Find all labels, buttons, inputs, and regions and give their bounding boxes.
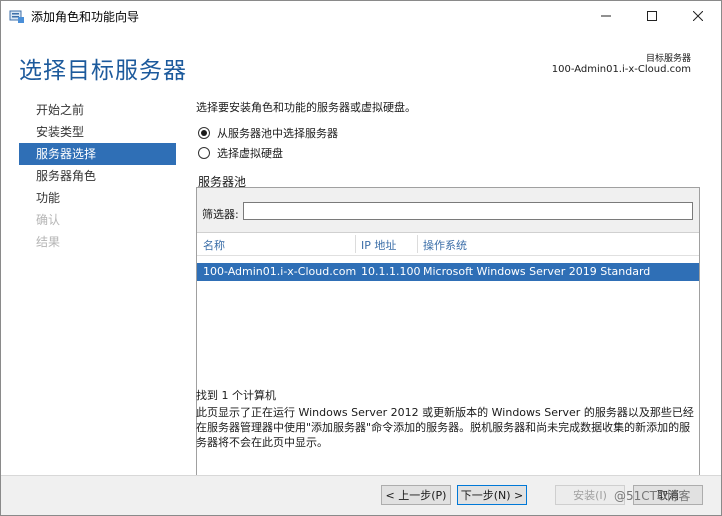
column-divider[interactable]	[417, 235, 418, 253]
window-title: 添加角色和功能向导	[31, 10, 140, 24]
wizard-footer: < 上一步(P) 下一步(N) > 安装(I) 取消	[1, 475, 721, 515]
nav-item-results: 结果	[36, 235, 61, 249]
radio-selected-icon[interactable]	[198, 127, 210, 139]
maximize-button[interactable]	[629, 1, 675, 31]
page-title: 选择目标服务器	[19, 58, 187, 84]
option-virtual-disk-label: 选择虚拟硬盘	[217, 147, 283, 160]
watermark: @51CTO博客	[614, 489, 691, 503]
option-virtual-disk[interactable]: 选择虚拟硬盘	[198, 145, 283, 161]
nav-item-server-selection[interactable]: 服务器选择	[19, 143, 176, 165]
column-header-name[interactable]: 名称	[203, 237, 225, 253]
filter-label: 筛选器:	[202, 208, 239, 221]
minimize-button[interactable]	[583, 1, 629, 31]
destination-server-name: 100-Admin01.i-x-Cloud.com	[551, 64, 691, 75]
option-server-pool[interactable]: 从服务器池中选择服务器	[198, 125, 338, 141]
column-header-ip[interactable]: IP 地址	[361, 237, 396, 253]
maximize-icon	[647, 11, 657, 21]
nav-item-server-roles[interactable]: 服务器角色	[19, 165, 176, 187]
table-row[interactable]: 100-Admin01.i-x-Cloud.com 10.1.1.100 Mic…	[197, 263, 699, 281]
next-button[interactable]: 下一步(N) >	[457, 485, 527, 505]
cell-name: 100-Admin01.i-x-Cloud.com	[203, 265, 357, 278]
filter-input[interactable]	[243, 202, 693, 220]
radio-unselected-icon[interactable]	[198, 147, 210, 159]
grid-header: 名称 IP 地址 操作系统	[197, 233, 699, 256]
nav-item-confirmation: 确认	[36, 213, 61, 227]
previous-button[interactable]: < 上一步(P)	[381, 485, 451, 505]
description-text: 此页显示了正在运行 Windows Server 2012 或更新版本的 Win…	[196, 406, 694, 449]
cell-ip: 10.1.1.100	[361, 265, 421, 278]
minimize-icon	[601, 15, 611, 17]
filter-bar: 筛选器:	[197, 188, 699, 233]
nav-item-installation-type[interactable]: 安装类型	[19, 121, 176, 143]
close-button[interactable]	[675, 1, 721, 31]
nav-item-features[interactable]: 功能	[19, 187, 176, 209]
wizard-header: 选择目标服务器 目标服务器 100-Admin01.i-x-Cloud.com	[1, 31, 721, 93]
nav-item-before-you-begin[interactable]: 开始之前	[19, 99, 176, 121]
option-server-pool-label: 从服务器池中选择服务器	[217, 127, 338, 140]
wizard-nav: 开始之前 安装类型 服务器选择 服务器角色 功能 确认 结果	[19, 99, 179, 253]
server-manager-icon	[9, 8, 25, 24]
column-divider[interactable]	[355, 235, 356, 253]
intro-text: 选择要安装角色和功能的服务器或虚拟硬盘。	[196, 101, 416, 114]
found-count: 找到 1 个计算机	[196, 389, 276, 402]
destination-server-label: 目标服务器	[645, 54, 691, 64]
column-header-os[interactable]: 操作系统	[423, 237, 467, 253]
wizard-window: 添加角色和功能向导 选择目标服务器 目标服务器 100-Admin01.i-x-…	[0, 0, 722, 516]
close-icon	[693, 11, 703, 21]
cell-os: Microsoft Windows Server 2019 Standard	[423, 265, 651, 278]
title-bar[interactable]: 添加角色和功能向导	[1, 1, 721, 31]
